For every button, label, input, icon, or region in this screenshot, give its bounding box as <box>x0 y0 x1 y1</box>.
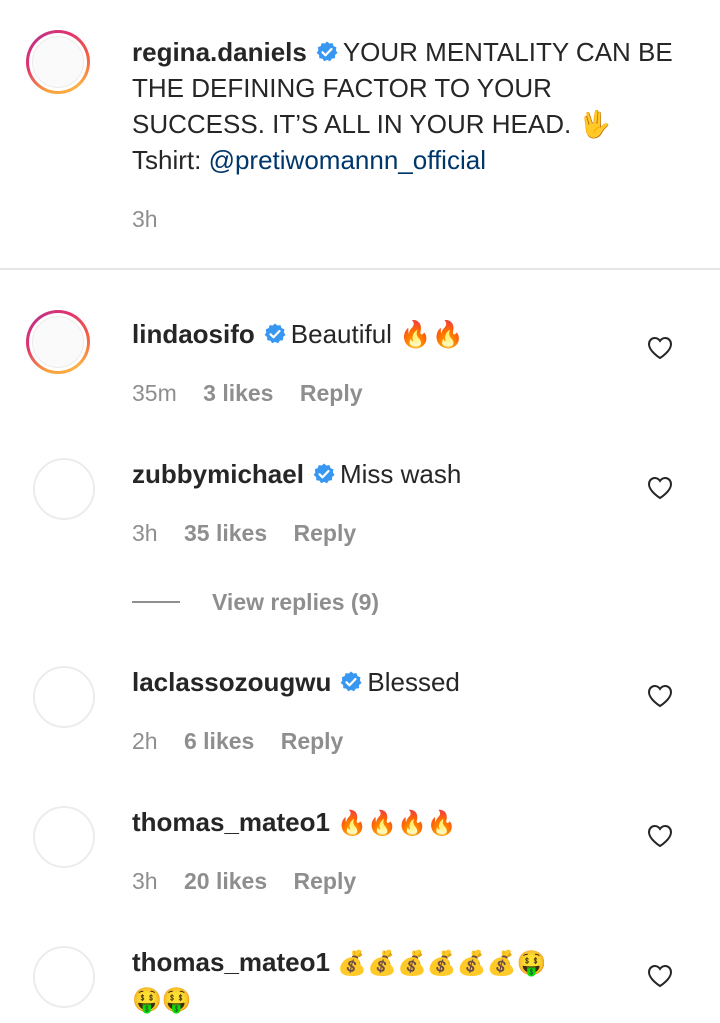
verified-badge-icon <box>341 671 362 692</box>
reply-button[interactable]: Reply <box>294 520 357 546</box>
post-caption: regina.daniels YOUR MENTALITY CAN BE THE … <box>0 0 720 268</box>
comment-text: Miss wash <box>339 459 462 489</box>
comment-username[interactable]: thomas_mateo1 <box>132 947 330 977</box>
commenter-avatar[interactable] <box>33 666 95 728</box>
comment-meta: 35m 3 likes Reply <box>132 380 383 407</box>
caption-mention-link[interactable]: @pretiwomannn_official <box>209 145 486 175</box>
like-heart-icon[interactable] <box>647 476 673 500</box>
comment-text: Blessed <box>367 667 460 697</box>
caption-meta: 3h <box>132 206 178 233</box>
reply-button[interactable]: Reply <box>300 380 363 406</box>
verified-badge-icon <box>313 463 335 484</box>
comment-text-block: zubbymichael Miss wash <box>132 456 632 492</box>
comment-time: 3h <box>132 520 158 546</box>
view-replies-label: View replies (9) <box>212 588 380 615</box>
caption-username[interactable]: regina.daniels <box>132 37 307 67</box>
comment-text: 🔥🔥🔥🔥 <box>337 809 457 837</box>
view-replies-line <box>132 601 180 603</box>
comment-text-block: laclassozougwu Blessed <box>132 664 632 700</box>
like-heart-icon[interactable] <box>647 824 673 848</box>
like-heart-icon[interactable] <box>647 964 673 988</box>
like-heart-icon[interactable] <box>647 336 673 360</box>
caption-time: 3h <box>132 206 158 232</box>
comment-text: 💰💰💰💰💰💰🤑 <box>337 949 547 977</box>
comment-username[interactable]: thomas_mateo1 <box>132 807 330 837</box>
comment-likes[interactable]: 3 likes <box>203 380 273 406</box>
verified-badge-icon <box>264 323 286 344</box>
comment-meta: 3h 35 likes Reply <box>132 520 376 547</box>
comment-likes[interactable]: 20 likes <box>184 868 267 894</box>
caption-divider <box>0 268 720 270</box>
comment-username[interactable]: zubbymichael <box>132 459 304 489</box>
comment-time: 35m <box>132 380 177 406</box>
comment-text: Beautiful 🔥🔥 <box>290 319 464 349</box>
comment-likes[interactable]: 6 likes <box>184 728 254 754</box>
comment-text-block: lindaosifo Beautiful 🔥🔥 <box>132 316 632 352</box>
verified-badge-icon <box>316 41 338 62</box>
comment-meta: 3h 20 likes Reply <box>132 868 376 895</box>
caption-author-avatar[interactable] <box>26 30 90 94</box>
comment-text-line2: 🤑🤑 <box>132 986 192 1014</box>
commenter-avatar[interactable] <box>33 458 95 520</box>
tshirt-label: Tshirt: <box>132 145 209 175</box>
comment-username[interactable]: laclassozougwu <box>132 667 331 697</box>
comment-text-block: thomas_mateo1 🔥🔥🔥🔥 <box>132 804 632 841</box>
commenter-avatar[interactable] <box>33 946 95 1008</box>
comment-username[interactable]: lindaosifo <box>132 319 255 349</box>
reply-button[interactable]: Reply <box>294 868 357 894</box>
comment-time: 3h <box>132 868 158 894</box>
comment-text-block: thomas_mateo1 💰💰💰💰💰💰🤑 🤑🤑 <box>132 944 622 1018</box>
like-heart-icon[interactable] <box>647 684 673 708</box>
comment-meta: 2h 6 likes Reply <box>132 728 363 755</box>
caption-text-block: regina.daniels YOUR MENTALITY CAN BE THE … <box>132 34 692 178</box>
comment-likes[interactable]: 35 likes <box>184 520 267 546</box>
reply-button[interactable]: Reply <box>281 728 344 754</box>
comment-time: 2h <box>132 728 158 754</box>
view-replies-button[interactable]: View replies (9) <box>132 586 379 618</box>
commenter-avatar[interactable] <box>26 310 90 374</box>
commenter-avatar[interactable] <box>33 806 95 868</box>
